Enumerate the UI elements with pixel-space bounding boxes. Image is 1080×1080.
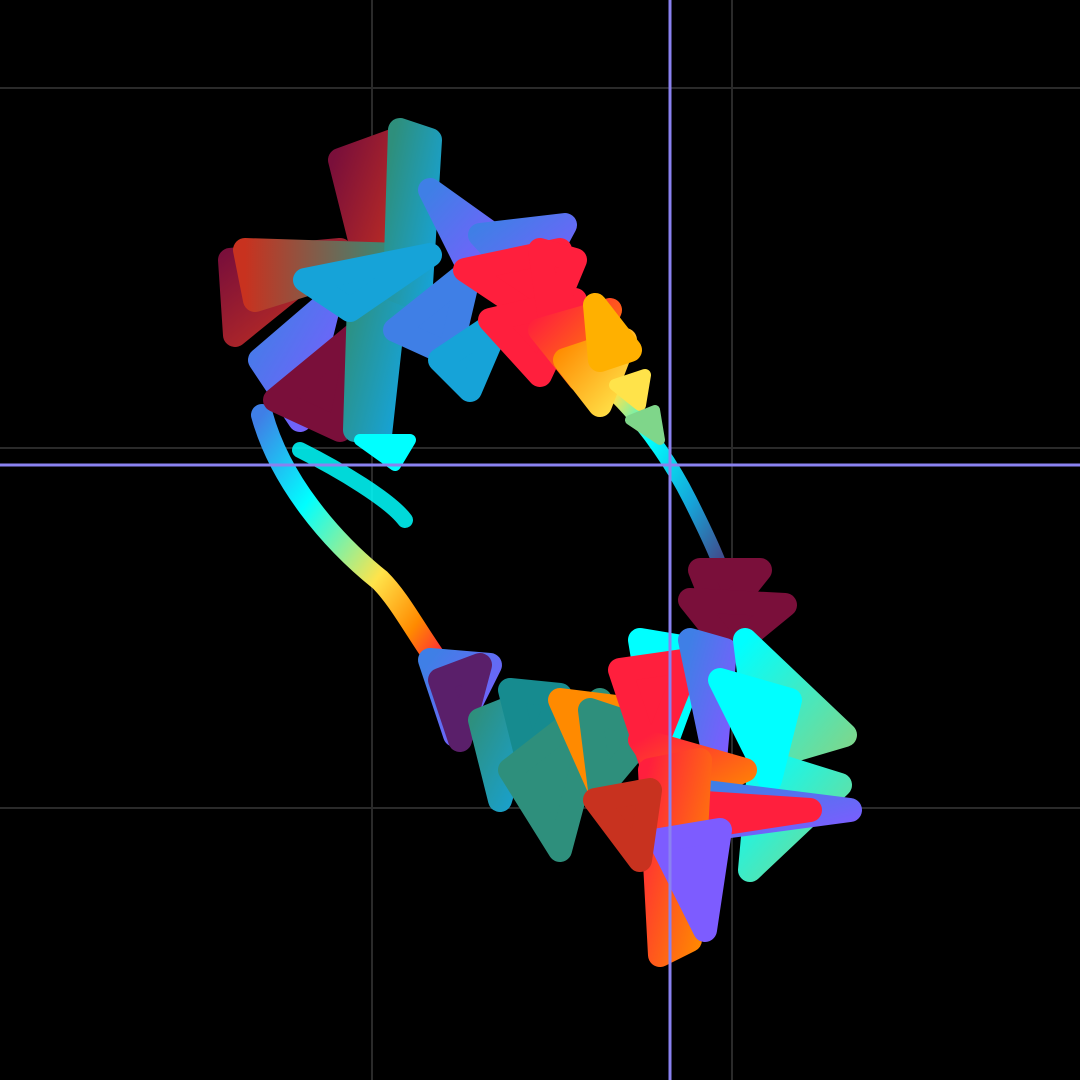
generative-artwork — [0, 0, 1080, 1080]
background — [0, 0, 1080, 1080]
